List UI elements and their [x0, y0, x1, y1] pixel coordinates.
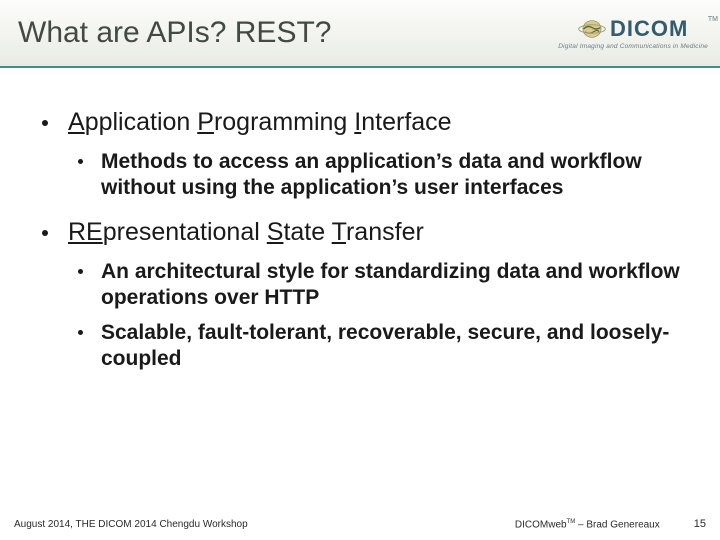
footer-tm: TM [567, 519, 576, 525]
logo-tagline: Digital Imaging and Communications in Me… [558, 43, 708, 50]
footer-brand: DICOMweb [515, 519, 567, 530]
bullet-api-sub1: Methods to access an application’s data … [36, 149, 684, 200]
bullet-dot [78, 159, 83, 164]
slide-header: What are APIs? REST? TM DICOM Digital Im… [0, 0, 720, 68]
slide-title: What are APIs? REST? [18, 16, 331, 50]
bullet-rest-text: REpresentational State Transfer [68, 218, 424, 247]
globe-icon [578, 19, 606, 39]
logo-text: DICOM [610, 16, 688, 42]
footer-brand-block: DICOMwebTM – Brad Genereaux [515, 519, 660, 530]
bullet-rest-sub2: Scalable, fault-tolerant, recoverable, s… [36, 320, 684, 371]
bullet-dot [42, 230, 48, 236]
dicom-logo: TM DICOM Digital Imaging and Communicati… [558, 16, 708, 50]
slide-body: Application Programming Interface Method… [0, 68, 720, 372]
slide-footer: August 2014, THE DICOM 2014 Chengdu Work… [0, 518, 720, 530]
page-number: 15 [694, 518, 706, 530]
bullet-dot [42, 120, 48, 126]
bullet-api-text: Application Programming Interface [68, 108, 452, 137]
logo-line: DICOM [578, 16, 688, 42]
bullet-api: Application Programming Interface [36, 108, 684, 137]
bullet-rest-sub1: An architectural style for standardizing… [36, 259, 684, 310]
bullet-dot [78, 330, 83, 335]
footer-left: August 2014, THE DICOM 2014 Chengdu Work… [14, 519, 248, 530]
bullet-dot [78, 269, 83, 274]
footer-right: DICOMwebTM – Brad Genereaux 15 [515, 518, 706, 530]
footer-author: – Brad Genereaux [575, 519, 660, 530]
tm-mark: TM [708, 16, 718, 23]
bullet-rest: REpresentational State Transfer [36, 218, 684, 247]
